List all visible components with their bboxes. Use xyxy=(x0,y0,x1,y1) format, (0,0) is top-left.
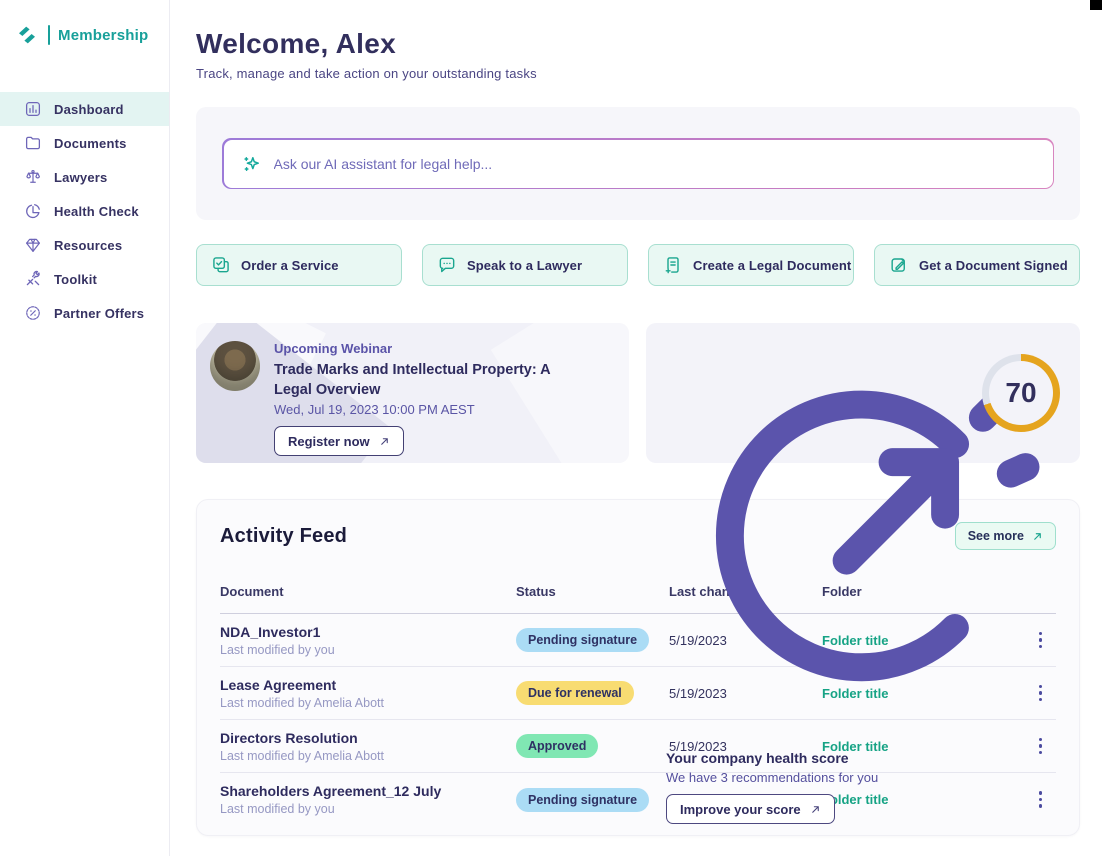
quick-action-label: Order a Service xyxy=(241,258,339,273)
page-title: Welcome, Alex xyxy=(196,28,1080,60)
sidebar-item-lawyers[interactable]: Lawyers xyxy=(0,160,169,194)
webinar-presenter-photo xyxy=(210,341,260,391)
ai-assistant-input[interactable] xyxy=(274,156,1035,172)
order-service-icon xyxy=(211,255,231,275)
info-cards-row: Upcoming Webinar Trade Marks and Intelle… xyxy=(196,323,1080,463)
sidebar-item-health-check[interactable]: Health Check xyxy=(0,194,169,228)
ai-input-container xyxy=(224,140,1053,188)
sidebar-item-label: Toolkit xyxy=(54,272,97,287)
page-subtitle: Track, manage and take action on your ou… xyxy=(196,66,1080,81)
documents-icon xyxy=(24,134,42,152)
partner-offers-percent-icon xyxy=(24,304,42,322)
upcoming-webinar-card: Upcoming Webinar Trade Marks and Intelle… xyxy=(196,323,629,463)
register-now-button[interactable]: Register now xyxy=(274,426,404,456)
status-badge: Pending signature xyxy=(516,628,649,652)
document-name: Directors Resolution xyxy=(220,730,516,746)
improve-score-label: Improve your score xyxy=(680,802,801,817)
lawyers-scales-icon xyxy=(24,168,42,186)
arrow-up-right-icon xyxy=(810,804,821,815)
sidebar-item-label: Dashboard xyxy=(54,102,124,117)
sidebar-item-dashboard[interactable]: Dashboard xyxy=(0,92,169,126)
document-modified-by: Last modified by Amelia Abott xyxy=(220,696,516,710)
health-score-ring: 70 xyxy=(982,354,1060,432)
arrow-up-right-icon xyxy=(379,436,390,447)
quick-actions-row: Order a Service Speak to a Lawyer xyxy=(196,244,1080,286)
quick-action-label: Speak to a Lawyer xyxy=(467,258,582,273)
brand-logo-icon xyxy=(16,24,38,46)
column-header-document: Document xyxy=(220,584,516,599)
sidebar-item-documents[interactable]: Documents xyxy=(0,126,169,160)
company-health-score-card: Your company health score We have 3 reco… xyxy=(646,323,1080,463)
document-modified-by: Last modified by Amelia Abott xyxy=(220,749,516,763)
status-badge: Approved xyxy=(516,734,598,758)
brand-logo[interactable]: Membership xyxy=(0,0,169,46)
sidebar-item-label: Lawyers xyxy=(54,170,107,185)
webinar-card-content: Upcoming Webinar Trade Marks and Intelle… xyxy=(274,341,584,456)
document-modified-by: Last modified by you xyxy=(220,643,516,657)
brand-name: Membership xyxy=(58,27,148,44)
document-name: NDA_Investor1 xyxy=(220,624,516,640)
ai-sparkle-icon xyxy=(242,154,262,174)
activity-feed-title: Activity Feed xyxy=(220,525,347,548)
brand-logo-divider xyxy=(48,25,50,45)
health-score-ring-inner: 70 xyxy=(989,361,1053,425)
sidebar-item-toolkit[interactable]: Toolkit xyxy=(0,262,169,296)
sidebar-item-resources[interactable]: Resources xyxy=(0,228,169,262)
document-name: Lease Agreement xyxy=(220,677,516,693)
sidebar-item-label: Health Check xyxy=(54,204,139,219)
sidebar-item-label: Documents xyxy=(54,136,127,151)
status-badge: Pending signature xyxy=(516,788,649,812)
sidebar: Membership Dashboard Documents xyxy=(0,0,170,856)
quick-action-label: Get a Document Signed xyxy=(919,258,1068,273)
document-signed-pen-icon xyxy=(889,255,909,275)
sidebar-item-label: Partner Offers xyxy=(54,306,144,321)
sidebar-nav: Dashboard Documents Lawyers xyxy=(0,92,169,330)
improve-your-score-button[interactable]: Improve your score xyxy=(666,794,835,824)
create-document-icon xyxy=(663,255,683,275)
sidebar-item-partner-offers[interactable]: Partner Offers xyxy=(0,296,169,330)
screenshot-edge-artifact xyxy=(1090,0,1102,10)
webinar-eyebrow-label: Upcoming Webinar xyxy=(274,341,584,356)
toolkit-tools-icon xyxy=(24,270,42,288)
create-legal-document-button[interactable]: Create a Legal Document xyxy=(648,244,854,286)
register-now-label: Register now xyxy=(288,434,370,449)
health-score-value: 70 xyxy=(1005,377,1036,409)
speak-lawyer-chat-icon xyxy=(437,255,457,275)
sidebar-item-label: Resources xyxy=(54,238,122,253)
speak-to-a-lawyer-button[interactable]: Speak to a Lawyer xyxy=(422,244,628,286)
column-header-status: Status xyxy=(516,584,669,599)
document-name: Shareholders Agreement_12 July xyxy=(220,783,516,799)
main-content: Welcome, Alex Track, manage and take act… xyxy=(196,0,1080,856)
health-check-pie-icon xyxy=(24,202,42,220)
health-gauge-icon xyxy=(666,720,1060,737)
quick-action-label: Create a Legal Document xyxy=(693,258,851,273)
status-badge: Due for renewal xyxy=(516,681,634,705)
document-modified-by: Last modified by you xyxy=(220,802,516,816)
ai-assistant-panel xyxy=(196,107,1080,220)
membership-dashboard-screen: Membership Dashboard Documents xyxy=(0,0,1102,856)
webinar-title: Trade Marks and Intellectual Property: A… xyxy=(274,361,584,400)
order-a-service-button[interactable]: Order a Service xyxy=(196,244,402,286)
health-score-title: Your company health score xyxy=(666,750,1060,766)
get-document-signed-button[interactable]: Get a Document Signed xyxy=(874,244,1080,286)
ai-input-gradient-border xyxy=(222,138,1054,189)
webinar-datetime: Wed, Jul 19, 2023 10:00 PM AEST xyxy=(274,402,584,417)
resources-gem-icon xyxy=(24,236,42,254)
health-score-subtitle: We have 3 recommendations for you xyxy=(666,770,1060,785)
dashboard-icon xyxy=(24,100,42,118)
